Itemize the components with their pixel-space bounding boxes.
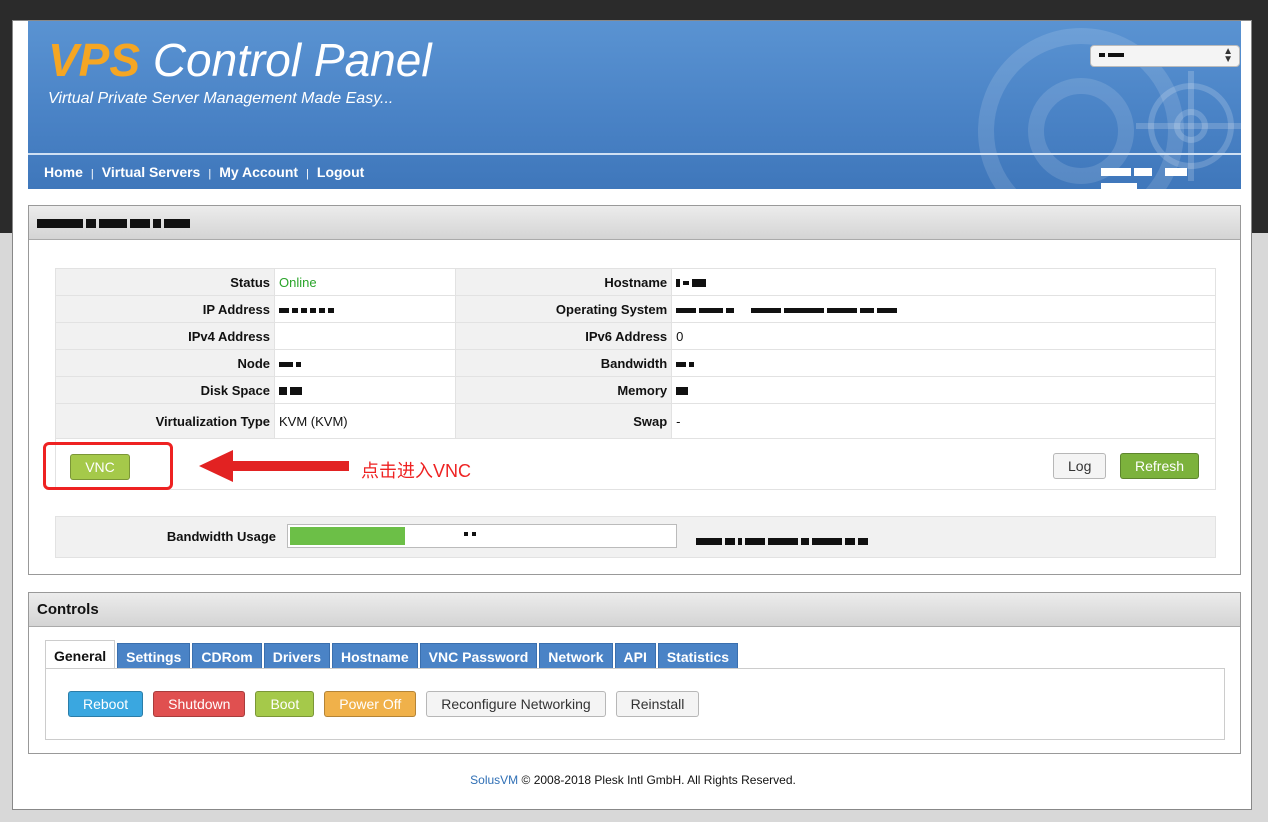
value-swap: - (671, 403, 1216, 439)
label-bandwidth: Bandwidth (455, 349, 673, 377)
nav-logout[interactable]: Logout (317, 164, 364, 180)
label-ipv4-address: IPv4 Address (55, 322, 275, 350)
table-row: Virtualization Type KVM (KVM) Swap - (55, 403, 1216, 439)
bandwidth-usage-label: Bandwidth Usage (166, 529, 276, 544)
server-info-table: Status Online Hostname IP Address Operat… (55, 268, 1216, 439)
label-node: Node (55, 349, 275, 377)
nav-virtual-servers[interactable]: Virtual Servers (102, 164, 201, 180)
tab-drivers[interactable]: Drivers (263, 643, 330, 669)
annotation-arrow-icon (199, 450, 349, 482)
app-subtitle: Virtual Private Server Management Made E… (48, 90, 394, 107)
value-operating-system (671, 295, 1216, 323)
value-status: Online (273, 268, 457, 296)
log-button[interactable]: Log (1053, 453, 1107, 479)
refresh-button[interactable]: Refresh (1120, 453, 1200, 479)
reboot-button[interactable]: Reboot (68, 691, 144, 717)
label-memory: Memory (455, 376, 673, 404)
value-hostname (671, 268, 1216, 296)
label-ip-address: IP Address (55, 295, 275, 323)
header-banner: VPS Control Panel Virtual Private Server… (28, 21, 1241, 189)
footer-copyright: © 2008-2018 Plesk Intl GmbH. All Rights … (518, 773, 796, 787)
boot-button[interactable]: Boot (255, 691, 315, 717)
vnc-annotation-text: 点击进入VNC (361, 461, 472, 481)
value-virtualization-type: KVM (KVM) (273, 403, 457, 439)
controls-panel-header: Controls (29, 593, 1240, 627)
main-nav: Home | Virtual Servers | My Account | Logout (44, 164, 364, 180)
vnc-highlight-box (43, 442, 173, 490)
value-ip-address (273, 295, 457, 323)
value-node (273, 349, 457, 377)
tab-vnc-password[interactable]: VNC Password (419, 643, 538, 669)
value-ipv4-address (273, 322, 457, 350)
bandwidth-usage-row: Bandwidth Usage (55, 516, 1216, 558)
nav-separator: | (90, 168, 94, 180)
nav-my-account[interactable]: My Account (219, 164, 298, 180)
tab-statistics[interactable]: Statistics (657, 643, 739, 669)
nav-bar: Home | Virtual Servers | My Account | Logout (28, 153, 1241, 189)
server-panel-header (29, 206, 1240, 240)
user-info-redacted (1101, 163, 1227, 189)
footer: SolusVM © 2008-2018 Plesk Intl GmbH. All… (13, 773, 1253, 787)
page: VPS Control Panel Virtual Private Server… (12, 20, 1252, 810)
nav-separator: | (208, 168, 212, 180)
nav-home[interactable]: Home (44, 164, 83, 180)
value-ipv6-address: 0 (671, 322, 1216, 350)
app-title: VPS Control Panel (48, 34, 432, 86)
label-operating-system: Operating System (455, 295, 673, 323)
table-row: Node Bandwidth (55, 349, 1216, 377)
reconfigure-networking-button[interactable]: Reconfigure Networking (426, 691, 606, 717)
label-hostname: Hostname (455, 268, 673, 296)
controls-title: Controls (37, 601, 99, 618)
server-panel: Status Online Hostname IP Address Operat… (28, 205, 1241, 575)
controls-panel: Controls General Settings CDRom Drivers Host… (28, 592, 1241, 754)
table-row: Disk Space Memory (55, 376, 1216, 404)
tab-network[interactable]: Network (539, 643, 613, 669)
tab-hostname[interactable]: Hostname (331, 643, 418, 669)
power-off-button[interactable]: Power Off (324, 691, 417, 717)
table-row: IPv4 Address IPv6 Address 0 (55, 322, 1216, 350)
general-tab-content: Reboot Shutdown Boot Power Off Reconfigure N… (45, 668, 1225, 740)
controls-tabs: General Settings CDRom Drivers Hostname VNC P… (45, 640, 740, 669)
bandwidth-progress-fill (290, 527, 405, 545)
control-buttons: Reboot Shutdown Boot Power Off Reconfigure N… (68, 691, 709, 717)
label-virtualization-type: Virtualization Type (55, 403, 275, 439)
label-status: Status (55, 268, 275, 296)
table-row: IP Address Operating System (55, 295, 1216, 323)
value-bandwidth (671, 349, 1216, 377)
value-memory (671, 376, 1216, 404)
language-select[interactable]: ▲ ▼ (1090, 45, 1240, 67)
label-swap: Swap (455, 403, 673, 439)
bandwidth-usage-detail-redacted (696, 533, 871, 548)
table-row: Status Online Hostname (55, 268, 1216, 296)
label-disk-space: Disk Space (55, 376, 275, 404)
tab-api[interactable]: API (614, 643, 656, 669)
bandwidth-progress-bar (287, 524, 677, 548)
footer-brand-link[interactable]: SolusVM (470, 773, 518, 787)
select-arrows-icon: ▲ ▼ (1223, 46, 1233, 65)
tab-cdrom[interactable]: CDRom (192, 643, 262, 669)
tab-general[interactable]: General (45, 640, 116, 669)
label-ipv6-address: IPv6 Address (455, 322, 673, 350)
reinstall-button[interactable]: Reinstall (615, 691, 700, 717)
tab-settings[interactable]: Settings (117, 643, 191, 669)
server-name-redacted (37, 214, 193, 231)
shutdown-button[interactable]: Shutdown (153, 691, 246, 717)
value-disk-space (273, 376, 457, 404)
nav-separator: | (306, 168, 309, 180)
